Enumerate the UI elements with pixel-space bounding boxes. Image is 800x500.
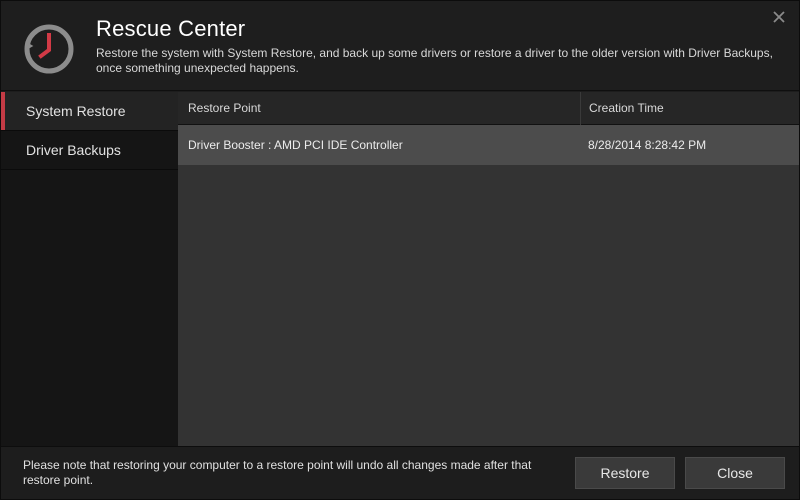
table-header: Restore Point Creation Time	[178, 92, 799, 125]
table-row[interactable]: Driver Booster : AMD PCI IDE Controller …	[178, 125, 799, 165]
sidebar-item-system-restore[interactable]: System Restore	[1, 92, 178, 131]
restore-points-table: Restore Point Creation Time Driver Boost…	[178, 92, 799, 446]
window-subtitle: Restore the system with System Restore, …	[96, 46, 773, 75]
close-button[interactable]: Close	[685, 457, 785, 489]
restore-warning-note: Please note that restoring your computer…	[23, 458, 532, 487]
sidebar: System Restore Driver Backups	[1, 92, 178, 446]
header: Rescue Center Restore the system with Sy…	[1, 1, 799, 91]
clock-rewind-icon	[24, 24, 74, 74]
close-icon[interactable]	[771, 9, 787, 25]
footer: Please note that restoring your computer…	[1, 446, 799, 499]
cell-creation-time: 8/28/2014 8:28:42 PM	[588, 138, 707, 152]
rescue-center-window: Rescue Center Restore the system with Sy…	[0, 0, 800, 500]
sidebar-item-label: System Restore	[26, 103, 126, 119]
sidebar-item-driver-backups[interactable]: Driver Backups	[1, 131, 178, 170]
cell-restore-point: Driver Booster : AMD PCI IDE Controller	[188, 138, 403, 152]
sidebar-item-label: Driver Backups	[26, 142, 121, 158]
restore-button[interactable]: Restore	[575, 457, 675, 489]
column-header-restore-point[interactable]: Restore Point	[188, 92, 261, 125]
column-header-creation-time[interactable]: Creation Time	[580, 92, 664, 125]
window-title: Rescue Center	[96, 16, 246, 41]
